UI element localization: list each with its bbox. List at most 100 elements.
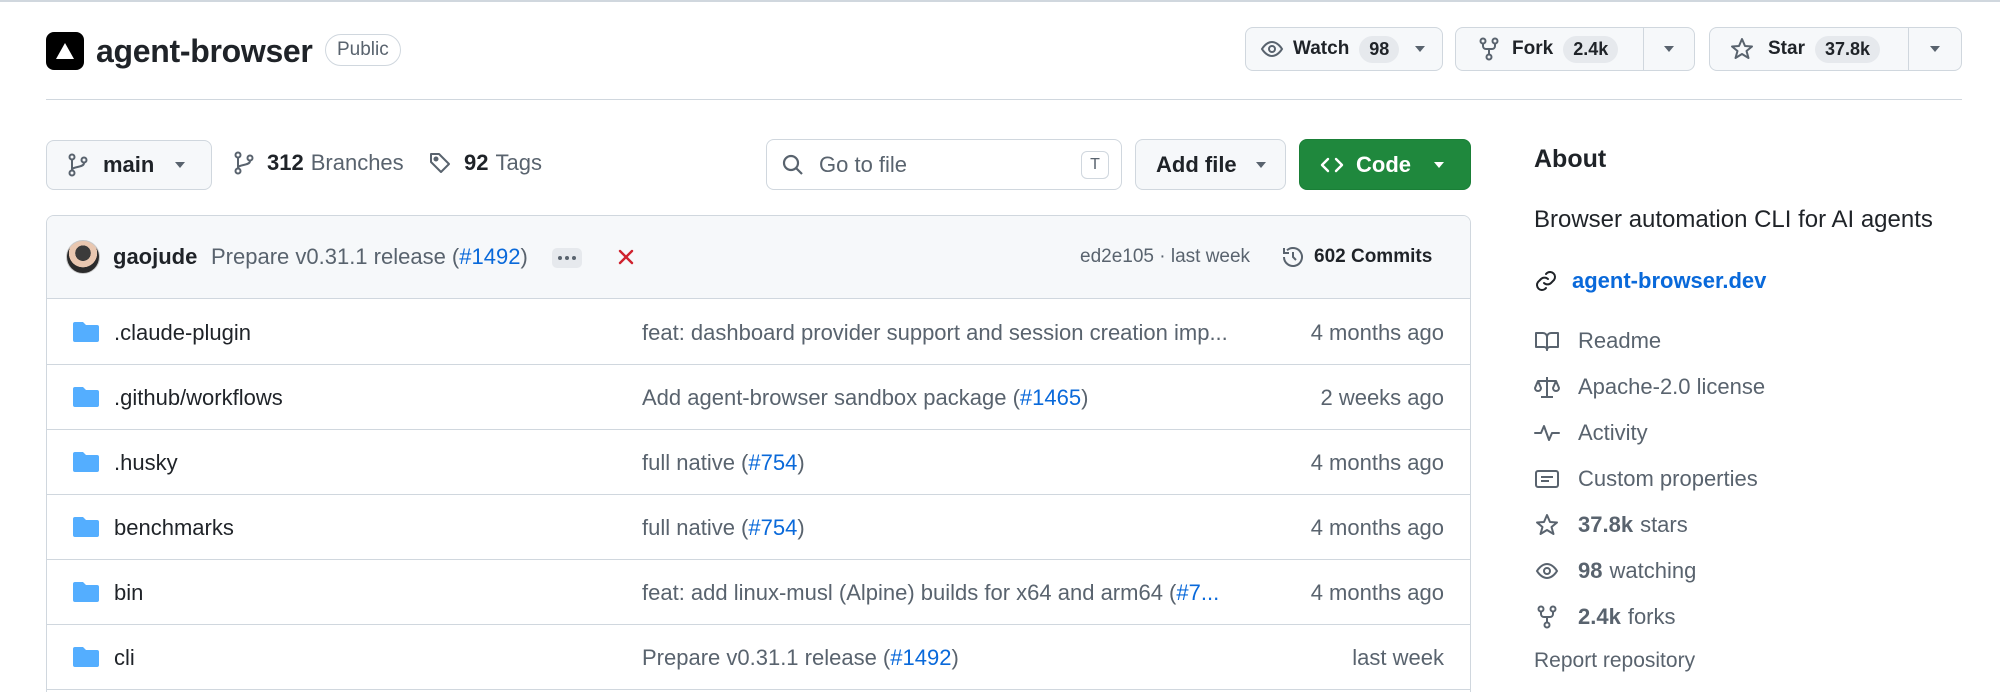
file-name[interactable]: .husky [114,450,178,476]
branch-name: main [103,152,155,177]
commits-history-link[interactable]: 602 Commits [1280,244,1432,270]
folder-icon [72,515,100,539]
branches-label: Branches [310,150,404,175]
tags-link[interactable]: 92 Tags [428,150,542,176]
branches-count: 312 [267,150,304,175]
search-placeholder: Go to file [819,151,908,177]
file-commit-message[interactable]: full native (#754) [642,450,805,476]
star-button[interactable]: Star 37.8k [1709,27,1962,71]
code-icon [1320,155,1344,175]
eye-icon [1534,559,1560,583]
note-icon [1534,467,1560,491]
file-commit-message[interactable]: feat: add linux-musl (Alpine) builds for… [642,580,1219,606]
history-icon [1280,244,1306,270]
website-label: agent-browser.dev [1572,268,1767,293]
folder-icon [72,385,100,409]
chevron-down-icon [1414,45,1426,53]
watch-button[interactable]: Watch 98 [1245,27,1443,71]
branch-icon [233,151,255,175]
chevron-down-icon [1929,45,1941,53]
search-icon [781,153,805,177]
fork-dropdown[interactable] [1644,28,1694,70]
fork-count: 2.4k [1563,35,1619,63]
star-count: 37.8k [1814,35,1881,63]
stars-link[interactable]: 37.8k stars [1534,512,1688,538]
eye-icon [1260,37,1284,61]
commits-count: 602 Commits [1314,246,1433,267]
file-commit-message[interactable]: feat: dashboard provider support and ses… [642,320,1228,346]
link-icon [1534,269,1558,293]
x-icon[interactable] [614,243,638,271]
chevron-down-icon [1255,161,1267,169]
table-row[interactable]: .claude-plugin feat: dashboard provider … [47,300,1470,365]
file-table: gaojude Prepare v0.31.1 release (#1492) … [46,215,1471,692]
file-age: 4 months ago [1310,450,1444,475]
code-button[interactable]: Code [1299,139,1471,190]
star-icon [1730,37,1754,61]
report-repository-link[interactable]: Report repository [1534,649,1695,673]
website-link[interactable]: agent-browser.dev [1534,268,1766,294]
commit-author[interactable]: gaojude [113,244,197,270]
latest-commit-bar: gaojude Prepare v0.31.1 release (#1492) … [47,216,1470,299]
commit-message[interactable]: Prepare v0.31.1 release (#1492) [211,244,528,270]
watch-count: 98 [1359,35,1400,63]
fork-button[interactable]: Fork 2.4k [1455,27,1695,71]
file-age: 4 months ago [1310,515,1444,540]
branch-selector[interactable]: main [46,140,212,190]
fork-icon [1534,605,1560,629]
watch-dropdown[interactable] [1398,28,1442,70]
watch-label: Watch [1293,38,1350,59]
activity-link[interactable]: Activity [1534,420,1648,446]
file-name[interactable]: bin [114,580,143,606]
custom-properties-link[interactable]: Custom properties [1534,466,1758,492]
file-commit-message[interactable]: full native (#754) [642,515,805,541]
file-age: 2 weeks ago [1320,385,1444,410]
chevron-down-icon [1433,161,1445,169]
branches-link[interactable]: 312 Branches [233,150,404,176]
commit-pr-link[interactable]: #1492 [459,244,520,269]
folder-icon [72,450,100,474]
file-name[interactable]: cli [114,645,135,671]
folder-icon [72,645,100,669]
commit-sha-time[interactable]: ed2e105 · last week [1080,246,1250,268]
tag-icon [428,151,452,175]
avatar[interactable] [66,240,100,274]
table-row[interactable]: cli Prepare v0.31.1 release (#1492) last… [47,625,1470,690]
about-title: About [1534,145,1607,173]
forks-link[interactable]: 2.4k forks [1534,604,1676,630]
license-link[interactable]: Apache-2.0 license [1534,374,1765,400]
add-file-button[interactable]: Add file [1135,139,1286,190]
folder-icon [72,580,100,604]
about-description: Browser automation CLI for AI agents [1534,206,1933,233]
chevron-down-icon [1663,45,1675,53]
file-age: 4 months ago [1310,580,1444,605]
table-row[interactable]: .husky full native (#754) 4 months ago [47,430,1470,495]
file-name[interactable]: .claude-plugin [114,320,251,346]
readme-link[interactable]: Readme [1534,328,1661,354]
fork-icon [1478,37,1500,61]
table-row[interactable]: .github/workflows Add agent-browser sand… [47,365,1470,430]
add-file-label: Add file [1156,151,1237,177]
folder-icon [72,320,100,344]
file-name[interactable]: benchmarks [114,515,234,541]
repo-name[interactable]: agent-browser [96,31,313,71]
star-dropdown[interactable] [1909,28,1961,70]
table-row[interactable]: bin feat: add linux-musl (Alpine) builds… [47,560,1470,625]
header-divider [46,99,1962,100]
table-row[interactable]: benchmarks full native (#754) 4 months a… [47,495,1470,560]
code-label: Code [1356,151,1411,177]
repo-logo-icon [46,32,84,70]
law-icon [1534,375,1560,399]
branch-icon [67,153,89,177]
tags-count: 92 [464,150,489,175]
go-to-file-input[interactable]: Go to file T [766,139,1122,190]
book-icon [1534,329,1560,353]
file-commit-message[interactable]: Add agent-browser sandbox package (#1465… [642,385,1088,411]
pulse-icon [1534,421,1560,445]
file-name[interactable]: .github/workflows [114,385,283,411]
kebab-icon[interactable] [552,248,582,268]
watching-link[interactable]: 98 watching [1534,558,1696,584]
file-commit-message[interactable]: Prepare v0.31.1 release (#1492) [642,645,959,671]
tags-label: Tags [495,150,542,175]
fork-label: Fork [1512,38,1554,59]
